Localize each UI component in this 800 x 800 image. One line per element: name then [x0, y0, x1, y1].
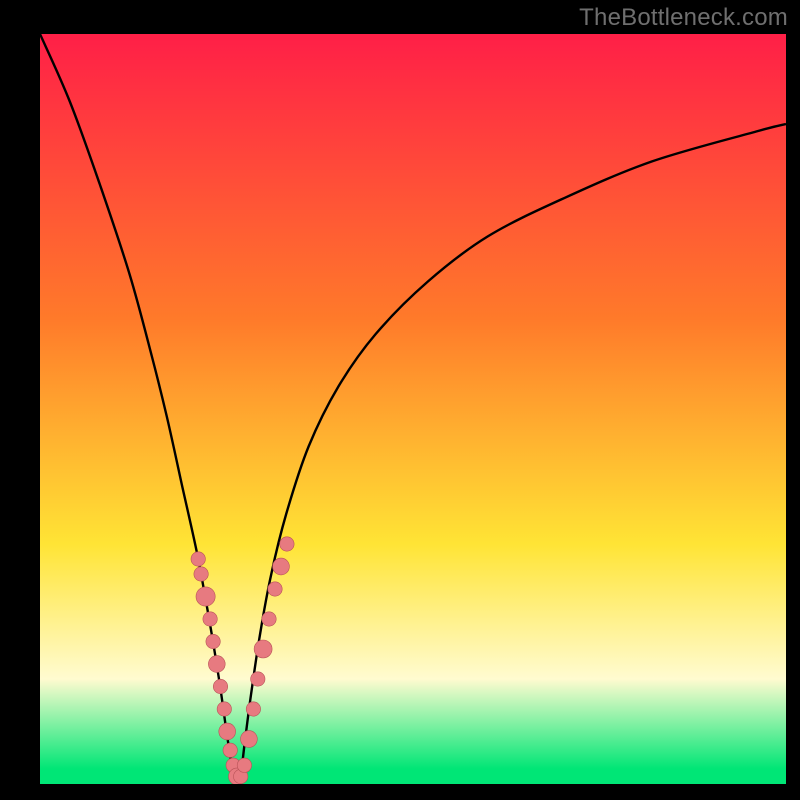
- data-marker: [203, 612, 217, 626]
- watermark-text: TheBottleneck.com: [579, 4, 788, 32]
- data-marker: [196, 587, 215, 606]
- chart-frame: TheBottleneck.com: [0, 0, 800, 800]
- data-marker: [237, 758, 251, 772]
- data-marker: [219, 723, 236, 740]
- data-marker: [208, 656, 225, 673]
- data-marker: [246, 702, 260, 716]
- data-marker: [273, 558, 290, 575]
- data-marker: [223, 743, 237, 757]
- data-marker: [254, 640, 272, 658]
- data-marker: [213, 679, 227, 693]
- gradient-background: [40, 34, 786, 784]
- data-marker: [191, 552, 205, 566]
- data-marker: [251, 672, 265, 686]
- chart-plot-area: [40, 34, 786, 784]
- data-marker: [262, 612, 276, 626]
- chart-svg: [40, 34, 786, 784]
- data-marker: [241, 731, 258, 748]
- data-marker: [268, 582, 282, 596]
- data-marker: [206, 634, 220, 648]
- data-marker: [217, 702, 231, 716]
- data-marker: [194, 567, 208, 581]
- data-marker: [280, 537, 294, 551]
